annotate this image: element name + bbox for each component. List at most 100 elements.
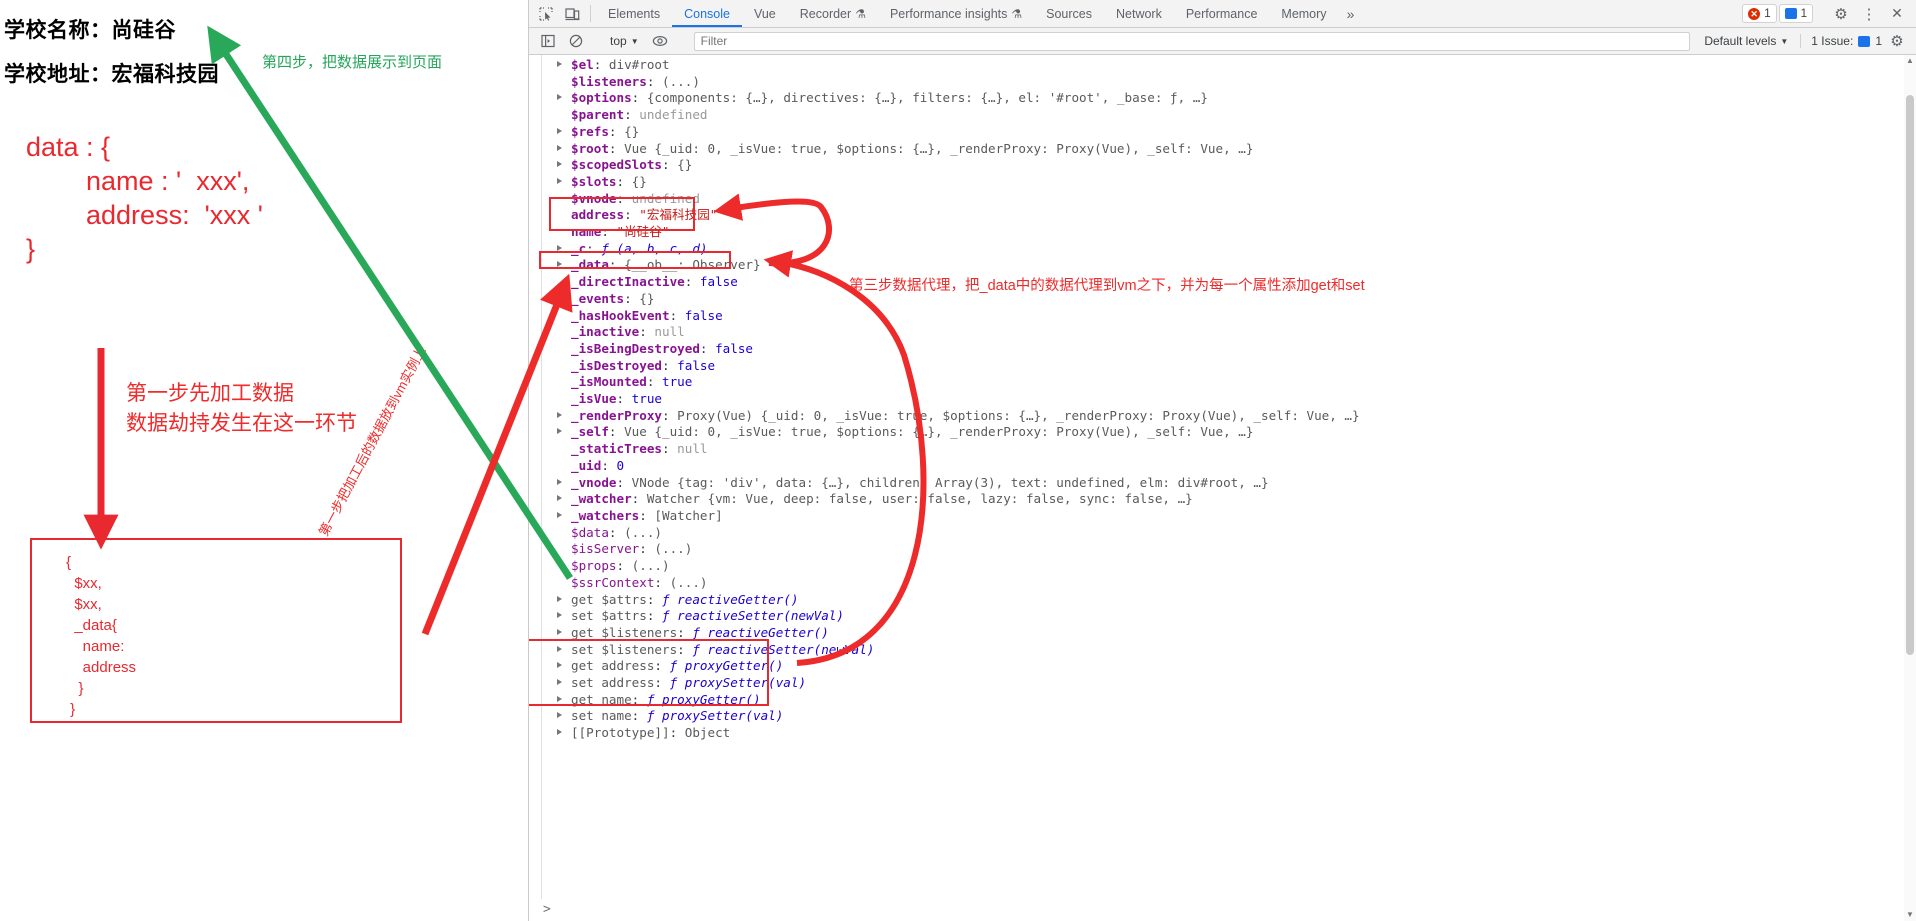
kebab-menu-icon[interactable]: ⋮ xyxy=(1856,5,1882,23)
more-tabs-icon[interactable]: » xyxy=(1339,0,1363,27)
console-property-row[interactable]: _isDestroyed: false xyxy=(553,358,1906,375)
console-property-row[interactable]: _self: Vue {_uid: 0, _isVue: true, $opti… xyxy=(553,424,1906,441)
console-property-row[interactable]: $vnode: undefined xyxy=(553,191,1906,208)
log-levels-select[interactable]: Default levels ▼ xyxy=(1698,34,1794,48)
tab-recorder[interactable]: Recorder ⚗ xyxy=(788,0,878,27)
console-scrollbar[interactable]: ▲ ▼ xyxy=(1904,55,1916,921)
property-separator: : xyxy=(608,123,625,139)
console-property-row[interactable]: $data: (...) xyxy=(553,525,1906,542)
tab-console[interactable]: Console xyxy=(672,0,742,27)
expand-triangle-icon[interactable] xyxy=(557,144,562,151)
info-count-badge[interactable]: 1 xyxy=(1778,4,1813,23)
expand-triangle-icon[interactable] xyxy=(557,595,562,602)
console-property-row[interactable]: get name: ƒ proxyGetter() xyxy=(553,692,1906,709)
property-key: $ssrContext xyxy=(571,574,655,590)
console-property-row[interactable]: set address: ƒ proxySetter(val) xyxy=(553,675,1906,692)
console-settings-gear-icon[interactable]: ⚙ xyxy=(1884,32,1910,50)
console-property-row[interactable]: $root: Vue {_uid: 0, _isVue: true, $opti… xyxy=(553,141,1906,158)
console-property-row[interactable]: _uid: 0 xyxy=(553,458,1906,475)
expand-triangle-icon[interactable] xyxy=(557,712,562,719)
gear-icon[interactable]: ⚙ xyxy=(1828,5,1854,23)
expand-triangle-icon[interactable] xyxy=(557,411,562,418)
scroll-up-arrow-icon[interactable]: ▲ xyxy=(1904,55,1916,67)
filter-input[interactable] xyxy=(693,31,1691,51)
inspect-element-icon[interactable] xyxy=(533,0,559,27)
console-property-row[interactable]: _isBeingDestroyed: false xyxy=(553,341,1906,358)
clear-console-icon[interactable] xyxy=(563,34,589,48)
console-property-row[interactable]: $refs: {} xyxy=(553,124,1906,141)
console-property-row[interactable]: _hasHookEvent: false xyxy=(553,308,1906,325)
error-count-badge[interactable]: ✕ 1 xyxy=(1742,4,1777,23)
console-property-row[interactable]: _vnode: VNode {tag: 'div', data: {…}, ch… xyxy=(553,475,1906,492)
close-icon[interactable]: ✕ xyxy=(1884,5,1910,22)
data-option-snippet: data : { name : ' xxx', address: 'xxx ' … xyxy=(26,132,263,264)
tab-memory[interactable]: Memory xyxy=(1269,0,1338,27)
issues-badge[interactable]: 1 Issue: 1 xyxy=(1800,34,1882,48)
console-sidebar-toggle-icon[interactable] xyxy=(535,34,561,48)
console-property-row[interactable]: $slots: {} xyxy=(553,174,1906,191)
console-property-row[interactable]: set $listeners: ƒ reactiveSetter(newVal) xyxy=(553,642,1906,659)
tab-elements[interactable]: Elements xyxy=(596,0,672,27)
execution-context-select[interactable]: top ▼ xyxy=(604,34,645,48)
console-property-row[interactable]: $props: (...) xyxy=(553,558,1906,575)
expand-triangle-icon[interactable] xyxy=(557,127,562,134)
console-property-row[interactable]: $el: div#root xyxy=(553,57,1906,74)
console-property-row[interactable]: $isServer: (...) xyxy=(553,541,1906,558)
expand-triangle-icon[interactable] xyxy=(557,244,562,251)
tab-vue[interactable]: Vue xyxy=(742,0,788,27)
expand-triangle-icon[interactable] xyxy=(557,61,562,67)
expand-triangle-icon[interactable] xyxy=(557,511,562,518)
expand-triangle-icon[interactable] xyxy=(557,645,562,652)
expand-triangle-icon[interactable] xyxy=(557,662,562,669)
console-property-row[interactable]: _c: ƒ (a, b, c, d) xyxy=(553,241,1906,258)
console-property-row[interactable]: $scopedSlots: {} xyxy=(553,157,1906,174)
tab-network[interactable]: Network xyxy=(1104,0,1174,27)
console-property-row[interactable]: name: "尚硅谷" xyxy=(553,224,1906,241)
console-property-row[interactable]: _isMounted: true xyxy=(553,374,1906,391)
tab-performance-insights[interactable]: Performance insights ⚗ xyxy=(878,0,1034,27)
expand-triangle-icon[interactable] xyxy=(557,729,562,736)
console-property-row[interactable]: _data: {__ob__: Observer} xyxy=(553,257,1906,274)
expand-triangle-icon[interactable] xyxy=(557,478,562,485)
console-property-row[interactable]: get $listeners: ƒ reactiveGetter() xyxy=(553,625,1906,642)
device-toolbar-icon[interactable] xyxy=(559,0,585,27)
issue-icon xyxy=(1858,35,1871,47)
property-value: null xyxy=(677,441,708,457)
expand-triangle-icon[interactable] xyxy=(557,628,562,635)
console-property-row[interactable]: $ssrContext: (...) xyxy=(553,575,1906,592)
expand-triangle-icon[interactable] xyxy=(557,428,562,435)
console-property-row[interactable]: $options: {components: {…}, directives: … xyxy=(553,90,1906,107)
console-property-row[interactable]: _staticTrees: null xyxy=(553,441,1906,458)
console-property-row[interactable]: _watcher: Watcher {vm: Vue, deep: false,… xyxy=(553,491,1906,508)
console-property-row[interactable]: get $attrs: ƒ reactiveGetter() xyxy=(553,592,1906,609)
experiment-beaker-icon: ⚗ xyxy=(855,6,866,21)
expand-triangle-icon[interactable] xyxy=(557,612,562,619)
live-expression-eye-icon[interactable] xyxy=(647,34,673,48)
expand-triangle-icon[interactable] xyxy=(557,94,562,101)
console-property-row[interactable]: set name: ƒ proxySetter(val) xyxy=(553,708,1906,725)
expand-triangle-icon[interactable] xyxy=(557,695,562,702)
console-property-row[interactable]: get address: ƒ proxyGetter() xyxy=(553,658,1906,675)
property-separator: : xyxy=(593,57,609,72)
console-property-row[interactable]: $parent: undefined xyxy=(553,107,1906,124)
scroll-down-arrow-icon[interactable]: ▼ xyxy=(1904,909,1916,921)
expand-triangle-icon[interactable] xyxy=(557,294,562,301)
expand-triangle-icon[interactable] xyxy=(557,495,562,502)
console-prompt[interactable]: > xyxy=(543,902,551,917)
expand-triangle-icon[interactable] xyxy=(557,161,562,168)
console-property-row[interactable]: address: "宏福科技园" xyxy=(553,207,1906,224)
tab-performance[interactable]: Performance xyxy=(1174,0,1270,27)
console-property-row[interactable]: set $attrs: ƒ reactiveSetter(newVal) xyxy=(553,608,1906,625)
console-scroll-area[interactable]: $el: div#root $listeners: (...) $options: … xyxy=(529,55,1916,921)
tab-sources[interactable]: Sources xyxy=(1034,0,1104,27)
console-property-row[interactable]: $listeners: (...) xyxy=(553,74,1906,91)
expand-triangle-icon[interactable] xyxy=(557,261,562,268)
scrollbar-thumb[interactable] xyxy=(1906,95,1914,655)
console-property-row[interactable]: [[Prototype]]: Object xyxy=(553,725,1906,742)
console-property-row[interactable]: _renderProxy: Proxy(Vue) {_uid: 0, _isVu… xyxy=(553,408,1906,425)
console-property-row[interactable]: _isVue: true xyxy=(553,391,1906,408)
expand-triangle-icon[interactable] xyxy=(557,177,562,184)
expand-triangle-icon[interactable] xyxy=(557,679,562,686)
console-property-row[interactable]: _watchers: [Watcher] xyxy=(553,508,1906,525)
console-property-row[interactable]: _inactive: null xyxy=(553,324,1906,341)
